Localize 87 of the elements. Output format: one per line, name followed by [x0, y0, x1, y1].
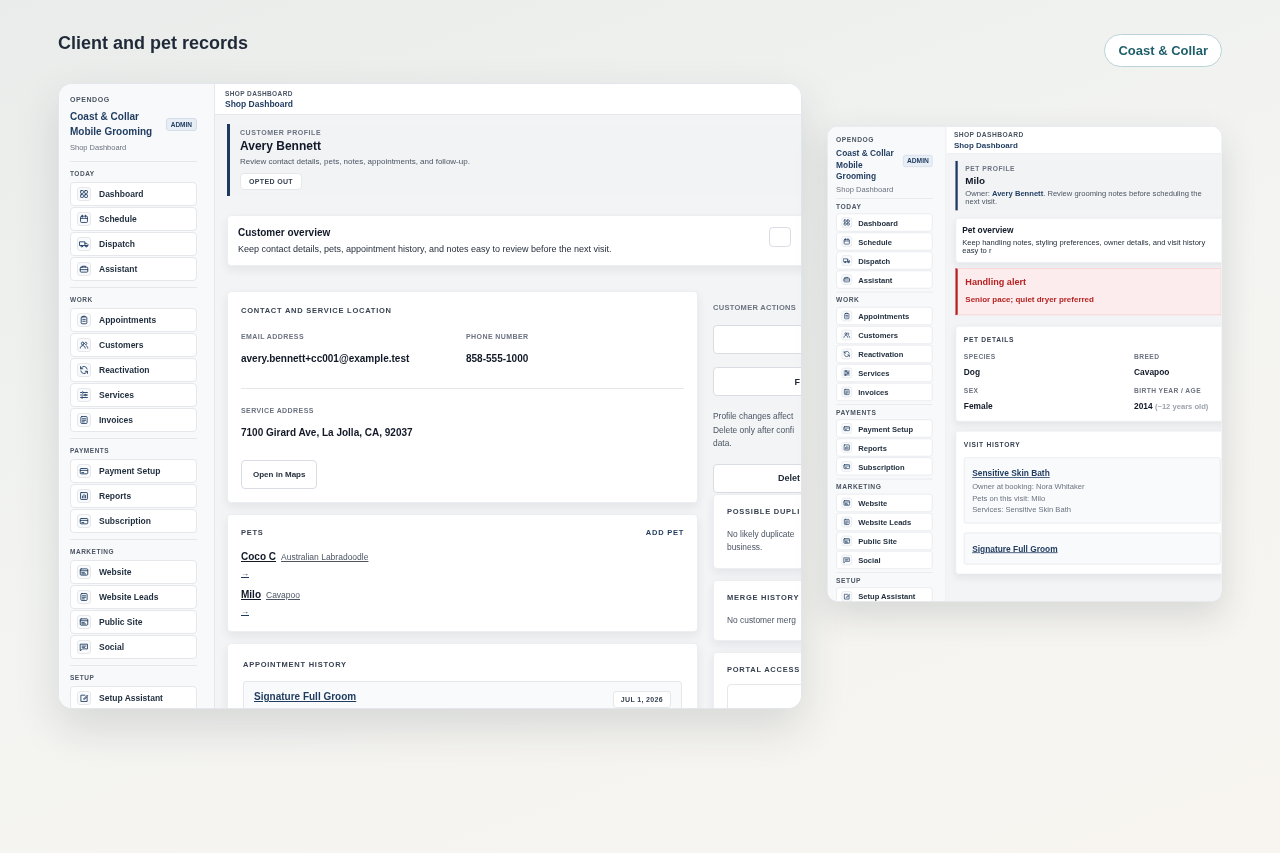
service-link[interactable]: Sensitive Skin Bath — [972, 468, 1050, 478]
sidebar-item[interactable]: Dispatch — [70, 232, 197, 256]
field-value: avery.bennett+cc001@example.test — [241, 353, 410, 364]
sidebar-item[interactable]: Services — [70, 383, 197, 407]
toolbox-icon — [841, 274, 853, 285]
sidebar-item[interactable]: Social — [70, 635, 197, 659]
calendar-icon — [77, 212, 91, 226]
refresh-icon — [841, 348, 853, 360]
grid-icon — [77, 187, 91, 201]
card-text: No likely duplicate business. — [727, 527, 796, 554]
brand-button[interactable]: Coast & Collar — [1104, 34, 1222, 67]
action-button[interactable]: F — [713, 367, 801, 396]
sliders-icon — [841, 367, 853, 379]
refresh-icon — [77, 363, 91, 377]
card-text: No customer merg — [727, 613, 797, 627]
toolbox-icon — [77, 262, 91, 276]
field-value: Cavapoo — [1134, 366, 1170, 377]
service-link[interactable]: Signature Full Groom — [972, 544, 1058, 554]
page-heading: Shop Dashboard — [225, 99, 293, 109]
delete-button[interactable]: Delet — [713, 463, 801, 493]
sidebar-item[interactable]: Appointments — [70, 308, 197, 332]
truck-icon — [841, 255, 853, 266]
sidebar-item[interactable]: Assistant — [70, 257, 197, 281]
pet-arrow-link[interactable]: → — [241, 569, 249, 578]
sidebar-item[interactable]: Subscription — [70, 509, 197, 533]
browser-icon — [77, 615, 91, 629]
edit-icon — [841, 591, 853, 601]
sidebar-item[interactable]: Payment Setup — [70, 459, 197, 483]
card-icon — [841, 423, 853, 434]
notice-text: Profile changes affect Delete only after confi data. — [713, 410, 795, 450]
action-button[interactable] — [713, 325, 801, 354]
bar-chart-icon — [77, 489, 91, 503]
grid-icon — [841, 217, 853, 228]
sidebar-item[interactable]: Website Leads — [70, 585, 197, 609]
pet-name-link[interactable]: Milo — [241, 589, 261, 600]
profile-name: Avery Bennett — [240, 139, 322, 153]
clipboard-icon — [841, 310, 853, 322]
pet-name-link[interactable]: Coco C — [241, 551, 276, 562]
card-icon — [841, 461, 853, 472]
business-name: Coast & Collar Mobile Grooming — [70, 110, 154, 139]
sliders-icon — [77, 388, 91, 402]
service-link[interactable]: Signature Full Groom — [254, 691, 357, 702]
profile-description: Review contact details, pets, notes, appointments, and follow-up. — [240, 157, 471, 166]
alert-title: Handling alert — [965, 276, 1028, 288]
field-value: Female — [963, 401, 993, 411]
sidebar-item[interactable]: Public Site — [70, 610, 197, 634]
document-icon — [841, 386, 853, 398]
field-value: Dog — [963, 366, 981, 377]
bar-chart-icon — [841, 442, 853, 453]
pet-arrow-link[interactable]: → — [241, 607, 249, 616]
overview-title: Pet overview — [962, 225, 1015, 235]
sidebar-item[interactable]: Dashboard — [70, 182, 197, 206]
chat-icon — [77, 640, 91, 654]
document-icon — [77, 413, 91, 427]
browser-icon — [77, 565, 91, 579]
sidebar-item[interactable]: Website — [70, 560, 197, 584]
breed-link[interactable]: Cavapoo — [266, 590, 301, 600]
sidebar-item[interactable]: Reactivation — [70, 358, 197, 382]
users-icon — [77, 338, 91, 352]
breed-link[interactable]: Australian Labradoodle — [281, 552, 369, 562]
field-value: 2014 — [1134, 401, 1153, 411]
document-icon — [841, 516, 853, 528]
card-icon — [77, 464, 91, 478]
document-icon — [77, 590, 91, 604]
sidebar-item[interactable]: Schedule — [70, 207, 197, 231]
overview-title: Customer overview — [238, 227, 332, 238]
business-name: Coast & Collar Mobile Grooming — [836, 148, 895, 183]
profile-name: Milo — [965, 174, 987, 187]
sidebar-item[interactable]: Invoices — [70, 408, 197, 432]
browser-icon — [841, 497, 853, 509]
truck-icon — [77, 237, 91, 251]
card-icon — [77, 514, 91, 528]
overview-action-button[interactable] — [769, 227, 791, 247]
overview-description: Keep contact details, pets, appointment history, and notes easy to review before the next visit. — [238, 244, 612, 254]
maps-button[interactable]: Open in Maps — [241, 460, 318, 489]
field-value: 858-555-1000 — [466, 353, 529, 364]
chat-icon — [841, 554, 853, 566]
clipboard-icon — [77, 313, 91, 327]
edit-icon — [77, 691, 91, 705]
calendar-icon — [841, 236, 853, 247]
sidebar-item[interactable]: Setup Assistant — [70, 686, 197, 708]
browser-icon — [841, 535, 853, 547]
sidebar-item[interactable]: Customers — [70, 333, 197, 357]
page-title: Client and pet records — [58, 33, 249, 54]
field-value: 7100 Girard Ave, La Jolla, CA, 92037 — [241, 427, 413, 438]
users-icon — [841, 329, 853, 341]
sidebar-item[interactable]: Reports — [70, 484, 197, 508]
